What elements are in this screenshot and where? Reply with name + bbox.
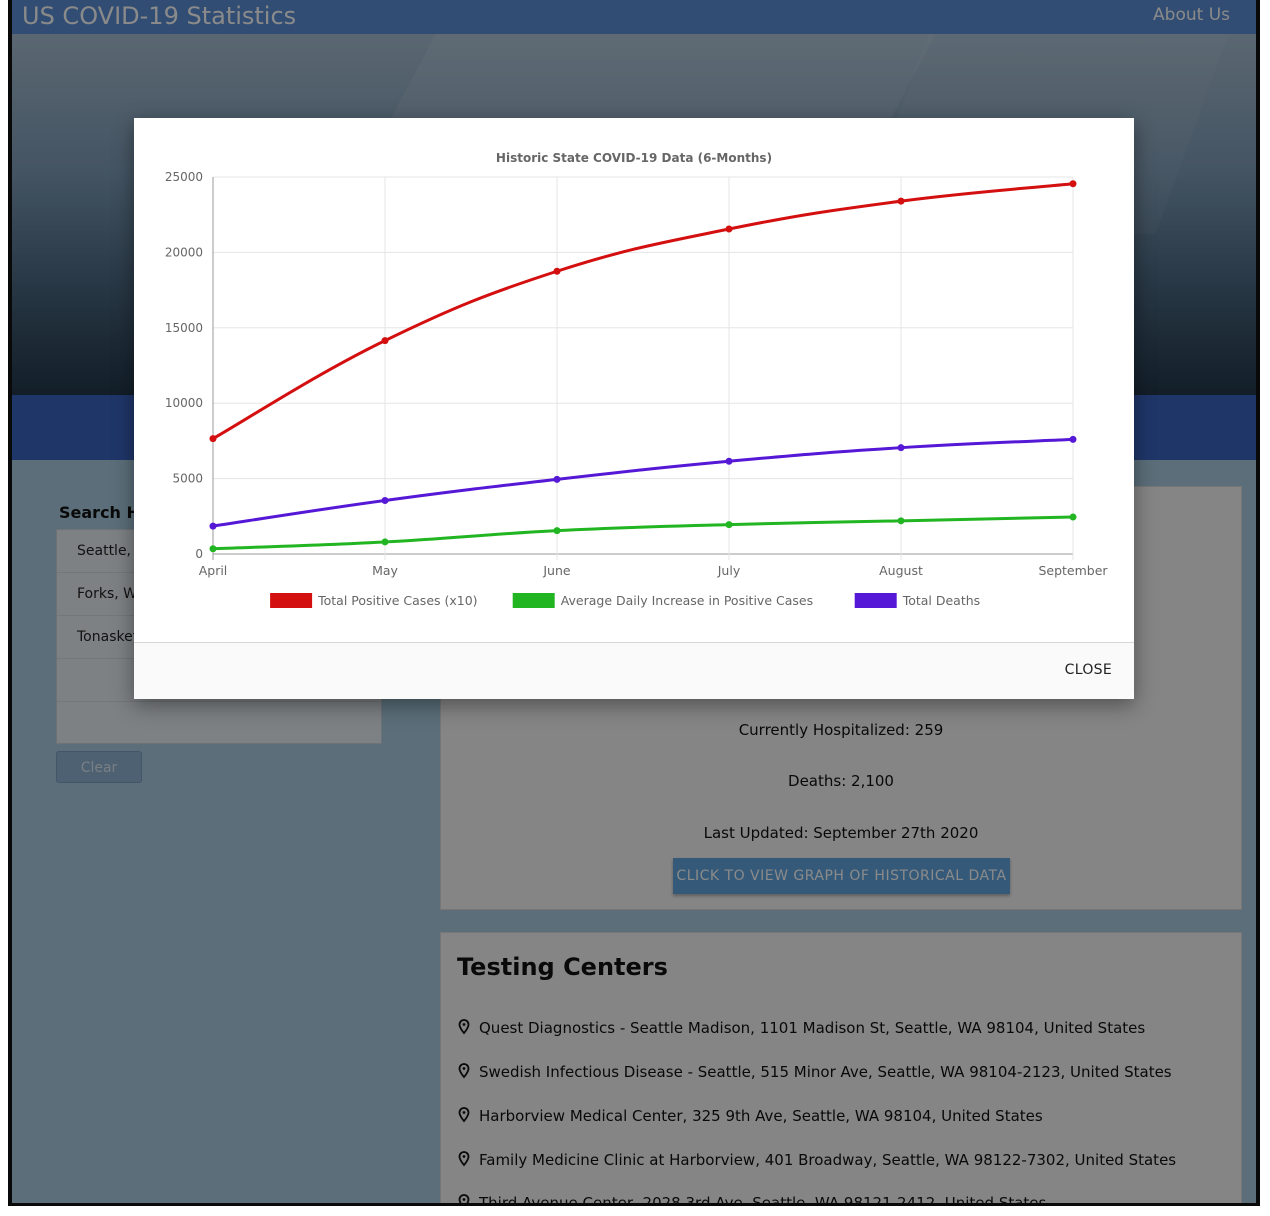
- series-line: [212, 437, 1074, 528]
- data-point: [553, 527, 561, 535]
- data-point: [209, 545, 217, 553]
- chart-title: Historic State COVID-19 Data (6-Months): [496, 151, 772, 165]
- data-point: [897, 197, 905, 205]
- legend-label: Total Positive Cases (x10): [317, 593, 477, 608]
- y-tick-label: 5000: [172, 472, 203, 486]
- data-point: [725, 457, 733, 465]
- y-tick-label: 10000: [165, 396, 203, 410]
- x-tick-label: May: [372, 563, 398, 578]
- legend-swatch: [270, 593, 313, 608]
- modal-footer: CLOSE: [134, 642, 1134, 699]
- data-point: [1069, 180, 1077, 188]
- series-line: [212, 515, 1074, 551]
- data-point: [209, 435, 217, 443]
- y-tick-label: 25000: [165, 170, 203, 184]
- close-button[interactable]: CLOSE: [1065, 662, 1112, 678]
- x-tick-label: April: [199, 563, 228, 578]
- data-point: [897, 444, 905, 452]
- series-line: [212, 182, 1074, 440]
- historical-line-chart: Historic State COVID-19 Data (6-Months) 0…: [165, 151, 1108, 608]
- legend-label: Average Daily Increase in Positive Cases: [561, 593, 813, 608]
- historical-data-modal: Historic State COVID-19 Data (6-Months) 0…: [134, 118, 1134, 699]
- data-point: [381, 538, 389, 546]
- data-point: [381, 496, 389, 504]
- data-point: [897, 517, 905, 525]
- data-point: [725, 225, 733, 233]
- legend-swatch: [854, 593, 897, 608]
- x-tick-label: September: [1038, 563, 1108, 578]
- x-tick-label: August: [879, 563, 923, 578]
- y-tick-label: 15000: [165, 321, 203, 335]
- data-point: [381, 337, 389, 345]
- data-point: [553, 475, 561, 483]
- data-point: [1069, 435, 1077, 443]
- data-point: [725, 521, 733, 529]
- x-tick-label: June: [542, 563, 571, 578]
- data-point: [553, 267, 561, 275]
- data-point: [209, 522, 217, 530]
- legend-swatch: [512, 593, 555, 608]
- y-tick-label: 0: [195, 547, 203, 561]
- y-tick-label: 20000: [165, 245, 203, 259]
- legend-label: Total Deaths: [902, 593, 980, 608]
- x-tick-label: July: [717, 563, 741, 578]
- data-point: [1069, 513, 1077, 521]
